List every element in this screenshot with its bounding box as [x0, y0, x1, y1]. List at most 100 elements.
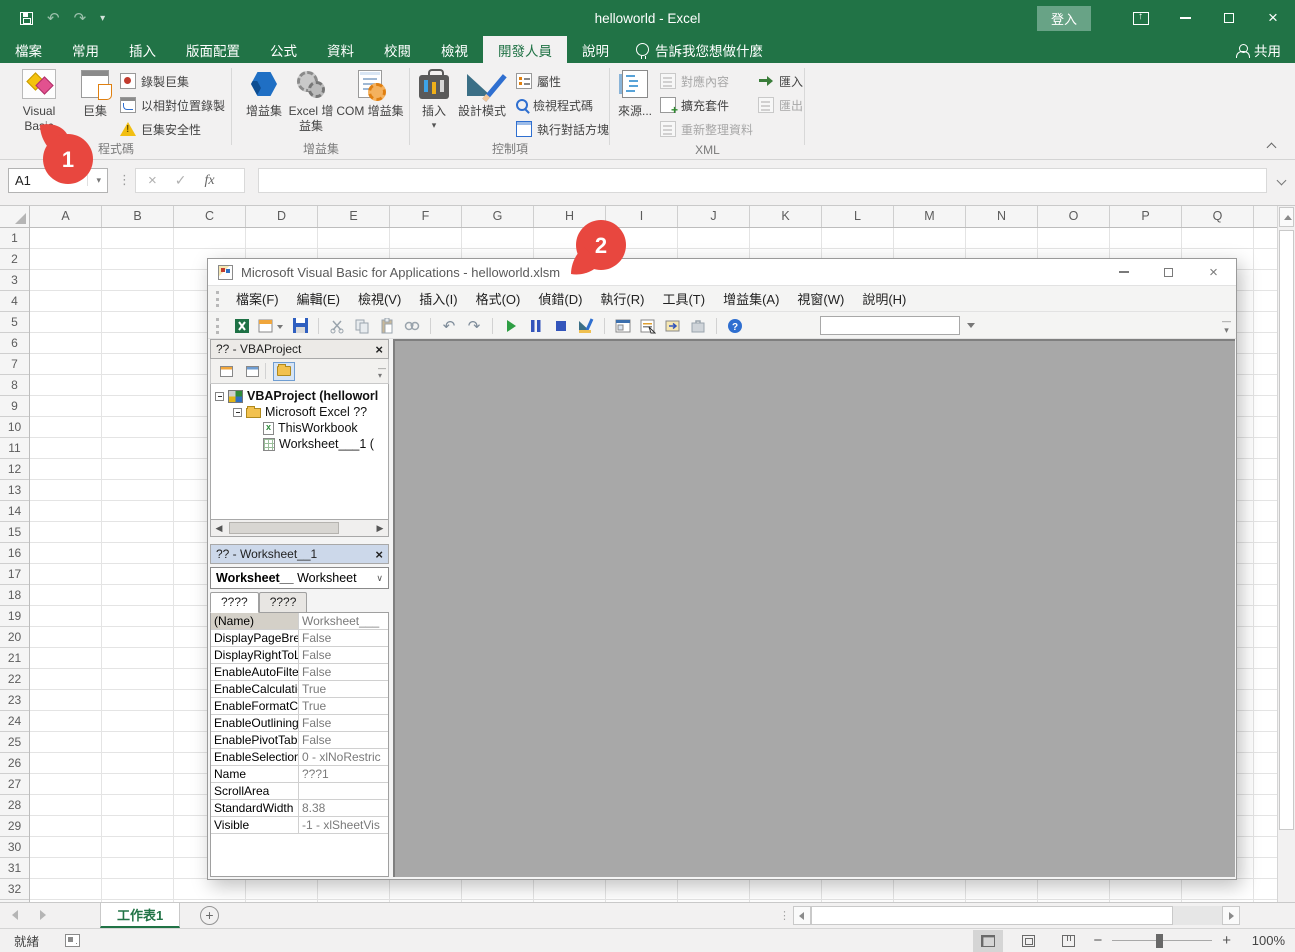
zoom-slider-thumb[interactable] — [1156, 934, 1163, 948]
row-header[interactable]: 19 — [0, 606, 29, 627]
toggle-folders-icon[interactable] — [273, 362, 295, 381]
vba-menu-item[interactable]: 檢視(V) — [349, 286, 410, 311]
column-header[interactable]: K — [750, 206, 822, 227]
row-header[interactable]: 32 — [0, 879, 29, 900]
property-value[interactable]: False — [299, 630, 388, 646]
property-row[interactable]: DisplayRightToL False — [211, 647, 388, 664]
normal-view-button[interactable] — [973, 930, 1003, 952]
column-header[interactable]: N — [966, 206, 1038, 227]
row-header[interactable]: 12 — [0, 459, 29, 480]
column-header[interactable]: O — [1038, 206, 1110, 227]
select-all-button[interactable] — [0, 206, 30, 228]
scrollbar-grip[interactable]: ⋮ — [779, 909, 790, 922]
scroll-right-icon[interactable] — [1222, 906, 1240, 925]
vba-close-button[interactable]: × — [1191, 259, 1236, 285]
ribbon-tab[interactable]: 說明 — [567, 36, 624, 63]
property-row[interactable]: StandardWidth 8.38 — [211, 800, 388, 817]
property-value[interactable]: -1 - xlSheetVis — [299, 817, 388, 833]
properties-close-icon[interactable]: × — [375, 547, 383, 562]
properties-titlebar[interactable]: ?? - Worksheet__1 × — [210, 544, 389, 564]
property-row[interactable]: EnableFormatCo True — [211, 698, 388, 715]
insert-control-button[interactable]: 插入 ▾ — [416, 67, 452, 131]
row-header[interactable]: 15 — [0, 522, 29, 543]
maximize-button[interactable] — [1207, 0, 1251, 36]
column-header[interactable]: P — [1110, 206, 1182, 227]
property-row[interactable]: Name ???1 — [211, 766, 388, 783]
tell-me-box[interactable]: 告訴我您想做什麼 — [624, 36, 775, 63]
save-icon[interactable] — [290, 316, 310, 336]
macro-record-icon[interactable] — [65, 934, 80, 947]
macro-security-button[interactable]: 巨集安全性 — [120, 118, 201, 140]
collapse-node-icon[interactable] — [233, 408, 242, 417]
property-row[interactable]: ScrollArea — [211, 783, 388, 800]
ribbon-tab[interactable]: 插入 — [114, 36, 171, 63]
property-value[interactable]: False — [299, 664, 388, 680]
row-header[interactable]: 29 — [0, 816, 29, 837]
design-mode-button[interactable]: 設計模式 — [454, 67, 510, 119]
column-header[interactable]: A — [30, 206, 102, 227]
row-header[interactable]: 8 — [0, 375, 29, 396]
horizontal-scroll-thumb[interactable] — [229, 522, 339, 534]
view-excel-icon[interactable] — [232, 316, 252, 336]
row-header[interactable]: 4 — [0, 291, 29, 312]
expansion-packs-button[interactable]: 擴充套件 — [660, 94, 729, 116]
view-code-button[interactable]: 檢視程式碼 — [516, 94, 593, 116]
column-header[interactable]: F — [390, 206, 462, 227]
project-toolbar-options-icon[interactable]: —▾ — [378, 365, 386, 379]
row-header[interactable]: 9 — [0, 396, 29, 417]
vba-minimize-button[interactable] — [1101, 259, 1146, 285]
horizontal-scroll-thumb[interactable] — [811, 906, 1173, 925]
ribbon-tab[interactable]: 公式 — [255, 36, 312, 63]
property-value[interactable]: True — [299, 681, 388, 697]
help-icon[interactable]: ? — [725, 316, 745, 336]
row-header[interactable]: 30 — [0, 837, 29, 858]
scroll-left-icon[interactable]: ◀ — [213, 522, 225, 534]
run-dialog-button[interactable]: 執行對話方塊 — [516, 118, 609, 140]
column-header[interactable]: L — [822, 206, 894, 227]
row-header[interactable]: 31 — [0, 858, 29, 879]
ribbon-tab[interactable]: 檢視 — [426, 36, 483, 63]
record-macro-button[interactable]: 錄製巨集 — [120, 70, 189, 92]
property-row[interactable]: EnableSelection 0 - xlNoRestric — [211, 749, 388, 766]
property-row[interactable]: EnableAutoFilte False — [211, 664, 388, 681]
row-header[interactable]: 3 — [0, 270, 29, 291]
property-value[interactable]: False — [299, 647, 388, 663]
property-row[interactable]: EnablePivotTab False — [211, 732, 388, 749]
customize-qat-icon[interactable]: ▾ — [100, 13, 105, 24]
formula-input[interactable] — [258, 168, 1267, 193]
column-header[interactable]: J — [678, 206, 750, 227]
property-value[interactable]: ???1 — [299, 766, 388, 782]
break-icon[interactable] — [526, 316, 546, 336]
vba-code-area[interactable] — [393, 339, 1235, 877]
share-button[interactable]: 共用 — [1236, 36, 1281, 63]
property-value[interactable]: 8.38 — [299, 800, 388, 816]
tab-categorized[interactable]: ???? — [259, 592, 308, 612]
property-value[interactable]: Worksheet___ — [299, 613, 388, 629]
signin-button[interactable]: 登入 — [1037, 6, 1091, 31]
undo-icon[interactable]: ↶ — [439, 316, 459, 336]
reset-icon[interactable] — [551, 316, 571, 336]
column-header[interactable]: D — [246, 206, 318, 227]
vba-menu-item[interactable]: 編輯(E) — [288, 286, 349, 311]
ribbon-display-options-button[interactable] — [1119, 0, 1163, 36]
property-value[interactable] — [299, 783, 388, 799]
zoom-in-button[interactable]: + — [1222, 932, 1231, 949]
object-browser-icon[interactable] — [663, 316, 683, 336]
com-addins-button[interactable]: COM 增益集 — [334, 67, 406, 119]
row-header[interactable]: 16 — [0, 543, 29, 564]
view-object-toggle-icon[interactable] — [241, 362, 263, 381]
row-header[interactable]: 6 — [0, 333, 29, 354]
redo-icon[interactable]: ↷ — [464, 316, 484, 336]
excel-horizontal-scrollbar[interactable]: ⋮ — [793, 906, 1240, 925]
ribbon-tab[interactable]: 開發人員 — [483, 36, 567, 63]
previous-sheet-icon[interactable] — [12, 910, 18, 920]
ribbon-tab[interactable]: 常用 — [57, 36, 114, 63]
tab-alphabetic[interactable]: ???? — [210, 592, 259, 613]
vba-menu-item[interactable]: 工具(T) — [653, 286, 714, 311]
next-sheet-icon[interactable] — [40, 910, 46, 920]
properties-button[interactable]: 屬性 — [516, 70, 561, 92]
row-header[interactable]: 5 — [0, 312, 29, 333]
page-layout-view-button[interactable] — [1013, 930, 1043, 952]
xml-source-button[interactable]: 來源... — [618, 67, 652, 119]
design-mode-icon[interactable] — [576, 316, 596, 336]
